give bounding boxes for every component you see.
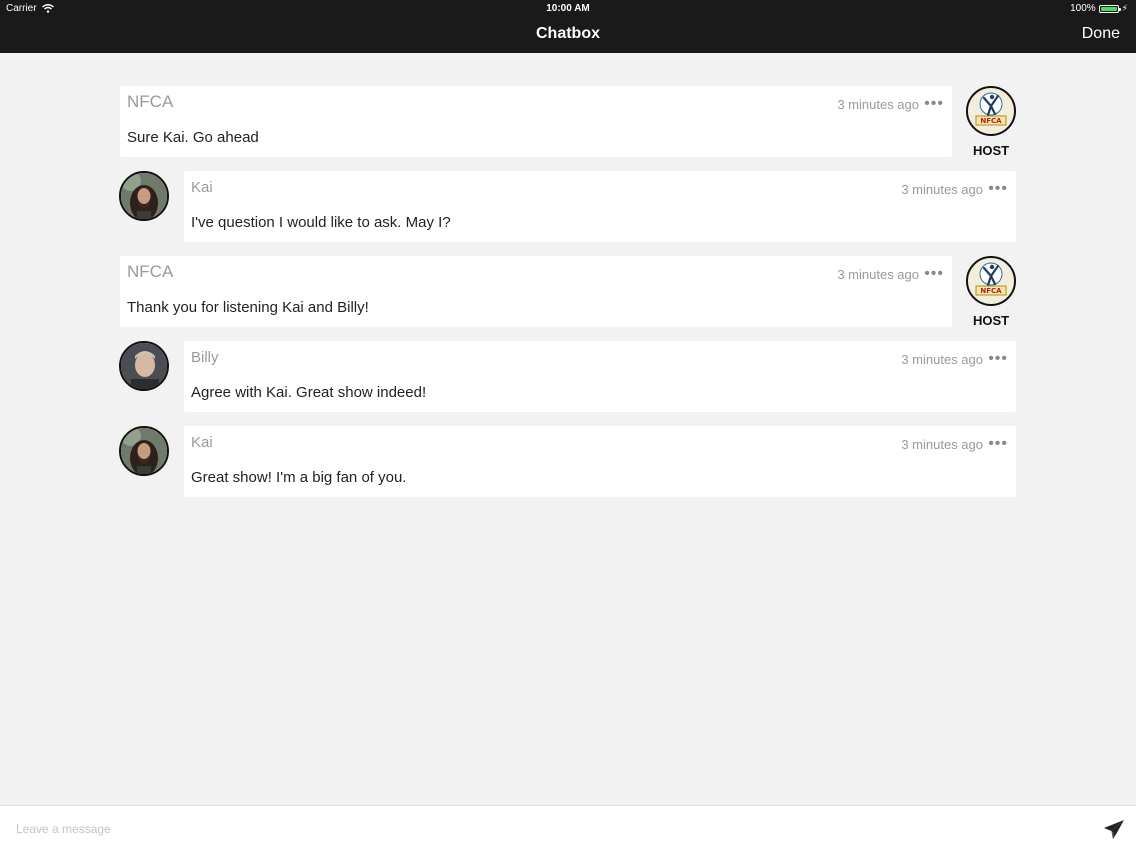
message-text: I've question I would like to ask. May I…: [191, 214, 451, 231]
avatar[interactable]: [119, 341, 169, 391]
more-icon[interactable]: •••: [924, 265, 944, 283]
message-feed[interactable]: NFCA 3 minutes ago ••• Sure Kai. Go ahea…: [0, 53, 1136, 805]
host-badge: HOST: [972, 143, 1010, 158]
message-time: 3 minutes ago: [837, 97, 919, 112]
host-avatar[interactable]: NFCA: [966, 86, 1016, 136]
nfca-logo: NFCA: [969, 89, 1013, 133]
send-icon: [1104, 820, 1124, 839]
status-bar: Carrier 10:00 AM 100% ⚡: [0, 0, 1136, 17]
nfca-logo: NFCA: [969, 259, 1013, 303]
message-card: Kai 3 minutes ago ••• Great show! I'm a …: [184, 426, 1016, 497]
message-input[interactable]: [16, 818, 1076, 840]
message-text: Sure Kai. Go ahead: [127, 129, 259, 146]
battery-status: 100% ⚡: [1070, 3, 1128, 14]
avatar[interactable]: [119, 426, 169, 476]
message-time: 3 minutes ago: [901, 182, 983, 197]
page-title: Chatbox: [536, 25, 600, 42]
kai-photo: [121, 428, 167, 474]
message-card: Billy 3 minutes ago ••• Agree with Kai. …: [184, 341, 1016, 412]
message-author: Kai: [191, 179, 213, 196]
message-card: NFCA 3 minutes ago ••• Sure Kai. Go ahea…: [120, 86, 952, 157]
message-author: Kai: [191, 434, 213, 451]
avatar[interactable]: [119, 171, 169, 221]
top-bar: Carrier 10:00 AM 100% ⚡ Chatbox Done: [0, 0, 1136, 53]
billy-photo: [121, 343, 167, 389]
more-icon[interactable]: •••: [924, 95, 944, 113]
more-icon[interactable]: •••: [988, 435, 1008, 453]
message-text: Thank you for listening Kai and Billy!: [127, 299, 369, 316]
status-time: 10:00 AM: [546, 3, 590, 14]
message-author: Billy: [191, 349, 219, 366]
message-time: 3 minutes ago: [901, 352, 983, 367]
chatbox-screen: Carrier 10:00 AM 100% ⚡ Chatbox Done NFC…: [0, 0, 1136, 852]
charging-icon: ⚡: [1121, 3, 1128, 13]
logo-text: NFCA: [980, 117, 1002, 125]
message-card: NFCA 3 minutes ago ••• Thank you for lis…: [120, 256, 952, 327]
message-card: Kai 3 minutes ago ••• I've question I wo…: [184, 171, 1016, 242]
message-time: 3 minutes ago: [837, 267, 919, 282]
more-icon[interactable]: •••: [988, 350, 1008, 368]
battery-percent: 100%: [1070, 3, 1096, 14]
message-text: Agree with Kai. Great show indeed!: [191, 384, 427, 401]
message-author: NFCA: [127, 92, 174, 111]
more-icon[interactable]: •••: [988, 180, 1008, 198]
message-time: 3 minutes ago: [901, 437, 983, 452]
battery-icon: [1098, 4, 1121, 13]
done-button[interactable]: Done: [1082, 25, 1120, 43]
logo-text: NFCA: [980, 287, 1002, 295]
message-text: Great show! I'm a big fan of you.: [191, 469, 407, 486]
message-author: NFCA: [127, 262, 174, 281]
host-avatar[interactable]: NFCA: [966, 256, 1016, 306]
send-button[interactable]: [1103, 819, 1125, 841]
kai-photo: [121, 173, 167, 219]
host-badge: HOST: [972, 313, 1010, 328]
message-composer: [0, 805, 1136, 852]
